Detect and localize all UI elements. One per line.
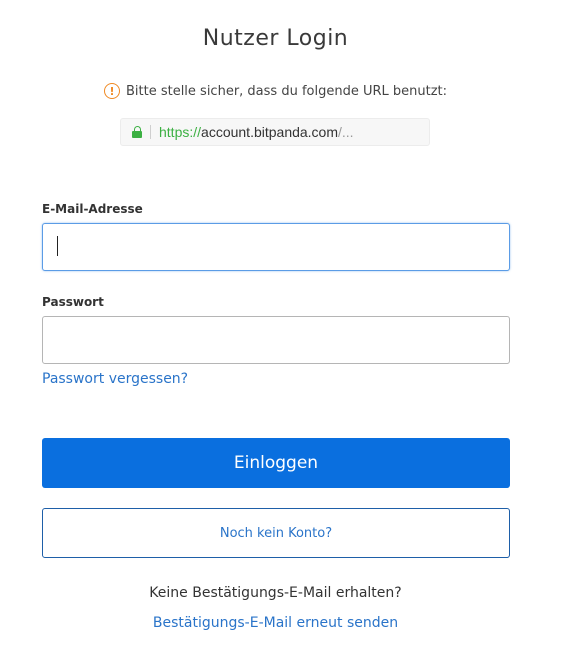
- no-account-button[interactable]: Noch kein Konto?: [42, 508, 510, 558]
- url-scheme: https://: [159, 124, 202, 140]
- page-title: Nutzer Login: [202, 26, 349, 51]
- url-separator: [150, 125, 151, 139]
- email-field[interactable]: [42, 223, 510, 271]
- exclamation-circle-icon: !: [103, 83, 120, 99]
- url-path: /...: [338, 124, 354, 140]
- lock-icon: [132, 126, 142, 138]
- forgot-password-link[interactable]: Passwort vergessen?: [42, 371, 188, 387]
- confirmation-question: Keine Bestätigungs-E-Mail erhalten?: [149, 585, 402, 601]
- login-button[interactable]: Einloggen: [42, 438, 510, 488]
- url-warning: ! Bitte stelle sicher, dass du folgende …: [0, 83, 551, 99]
- password-label: Passwort: [42, 295, 104, 309]
- password-field[interactable]: [42, 316, 510, 364]
- text-caret: [57, 236, 58, 256]
- url-host: account.bitpanda.com: [201, 124, 339, 140]
- url-display: https:// account.bitpanda.com /...: [120, 118, 430, 146]
- email-label: E-Mail-Adresse: [42, 202, 143, 216]
- login-page: Nutzer Login ! Bitte stelle sicher, dass…: [0, 0, 561, 658]
- url-warning-text: Bitte stelle sicher, dass du folgende UR…: [125, 83, 448, 99]
- resend-confirmation-link[interactable]: Bestätigungs-E-Mail erneut senden: [0, 615, 551, 631]
